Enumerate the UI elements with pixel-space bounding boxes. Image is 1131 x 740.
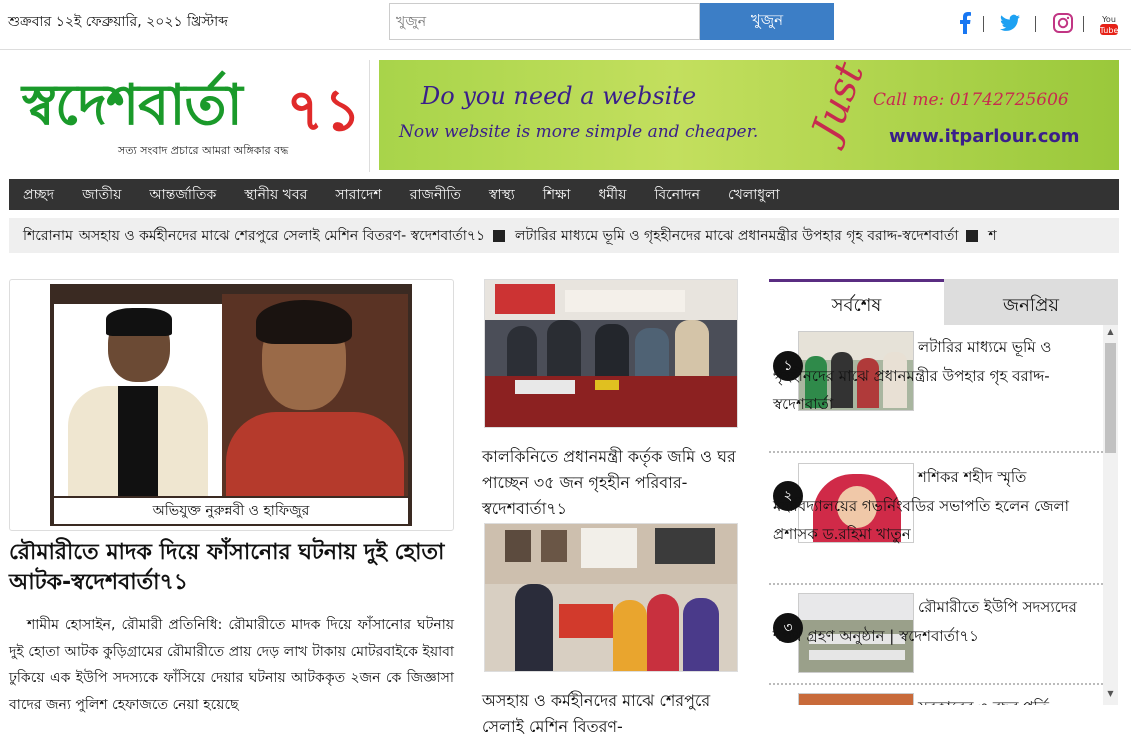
lead-photo: অভিযুক্ত নুরুন্নবী ও হাফিজুর xyxy=(50,284,412,526)
list-item-title[interactable]: সরকারের ৩ বছর পূর্তি উপলক্ষে xyxy=(773,693,1101,705)
nav-item-health[interactable]: স্বাস্থ্য xyxy=(489,183,515,207)
top-bar: শুক্রবার ১২ই ফেব্রুয়ারি, ২০২১ খ্রিস্টাব… xyxy=(0,0,1131,50)
ad-banner[interactable]: Do you need a website Now website is mor… xyxy=(379,60,1119,170)
main-nav: প্রচ্ছদ জাতীয় আন্তর্জাতিক স্থানীয় খবর … xyxy=(9,179,1119,210)
nav-item-home[interactable]: প্রচ্ছদ xyxy=(23,183,54,207)
ad-website: www.itparlour.com xyxy=(889,126,1080,147)
instagram-icon[interactable] xyxy=(1053,10,1073,36)
header-divider xyxy=(369,60,370,172)
sidebar: সর্বশেষ জনপ্রিয় ১ লটারির মাধ্যমে ভূমি ও… xyxy=(769,279,1118,705)
search-input[interactable] xyxy=(389,3,700,40)
story-title[interactable]: অসহায় ও কর্মহীনদের মাঝে শেরপুরে সেলাই ম… xyxy=(482,688,744,740)
current-date: শুক্রবার ১২ই ফেব্রুয়ারি, ২০২১ খ্রিস্টাব… xyxy=(8,14,228,30)
twitter-icon[interactable] xyxy=(1000,10,1020,36)
nav-item-international[interactable]: আন্তর্জাতিক xyxy=(149,183,216,207)
divider xyxy=(983,16,984,32)
site-logo[interactable]: স্বদেশবার্তা ৭১ সত্য সংবাদ প্রচারে আমরা … xyxy=(18,60,361,170)
scroll-up-icon[interactable]: ▲ xyxy=(1103,327,1118,336)
headline-ticker: শিরোনাম অসহায় ও কর্মহীনদের মাঝে শেরপুরে… xyxy=(9,218,1119,253)
lead-article-image[interactable]: অভিযুক্ত নুরুন্নবী ও হাফিজুর xyxy=(9,279,454,531)
list-item[interactable]: সরকারের ৩ বছর পূর্তি উপলক্ষে xyxy=(769,689,1103,705)
ticker-item[interactable]: অসহায় ও কর্মহীনদের মাঝে শেরপুরে সেলাই ম… xyxy=(79,224,485,248)
list-item-title[interactable]: লটারির মাধ্যমে ভূমি ও গৃহহীনদের মাঝে প্র… xyxy=(773,333,1101,419)
ticker-item[interactable]: লটারির মাধ্যমে ভূমি ও গৃহহীনদের মাঝে প্র… xyxy=(515,224,958,248)
facebook-icon[interactable] xyxy=(958,10,972,36)
sidebar-scrollbar[interactable]: ▲ ▼ xyxy=(1103,325,1118,705)
tab-latest[interactable]: সর্বশেষ xyxy=(769,279,944,325)
svg-text:You: You xyxy=(1101,15,1116,24)
list-item-title[interactable]: রৌমারীতে ইউপি সদস্যদের শপথ গ্রহণ অনুষ্ঠা… xyxy=(773,593,1101,650)
nav-item-country[interactable]: সারাদেশ xyxy=(335,183,381,207)
tab-popular[interactable]: জনপ্রিয় xyxy=(944,279,1118,325)
list-item[interactable]: ৩ রৌমারীতে ইউপি সদস্যদের শপথ গ্রহণ অনুষ্… xyxy=(769,589,1103,685)
divider xyxy=(1035,16,1036,32)
square-bullet-icon xyxy=(493,229,506,242)
ticker-label: শিরোনাম xyxy=(23,227,73,244)
ticker-item[interactable]: শ xyxy=(988,224,996,248)
photo-caption: অভিযুক্ত নুরুন্নবী ও হাফিজুর xyxy=(54,498,408,524)
search-button[interactable]: খুজুন xyxy=(700,3,834,40)
ad-headline: Do you need a website xyxy=(421,82,697,110)
square-bullet-icon xyxy=(966,229,979,242)
nav-item-national[interactable]: জাতীয় xyxy=(82,183,121,207)
lead-article-body: শামীম হোসাইন, রৌমারী প্রতিনিধি: রৌমারীতে… xyxy=(9,617,454,713)
story-image[interactable] xyxy=(484,523,738,672)
lead-article-title[interactable]: রৌমারীতে মাদক দিয়ে ফাঁসানোর ঘটনায় দুই … xyxy=(9,538,459,598)
scroll-down-icon[interactable]: ▼ xyxy=(1103,689,1118,698)
story-title[interactable]: কালকিনিতে প্রধানমন্ত্রী কর্তৃক জমি ও ঘর … xyxy=(482,444,744,522)
nav-item-sports[interactable]: খেলাধুলা xyxy=(728,183,780,207)
list-item-title[interactable]: শশিকর শহীদ স্মৃতি মহাবিদ্যালয়ের গভর্নিং… xyxy=(773,463,1101,549)
ad-subline: Now website is more simple and cheaper. xyxy=(399,122,759,142)
nav-item-politics[interactable]: রাজনীতি xyxy=(410,183,461,207)
ad-just-text: Just xyxy=(803,60,874,146)
list-item[interactable]: ২ শশিকর শহীদ স্মৃতি মহাবিদ্যালয়ের গভর্ন… xyxy=(769,457,1103,585)
ad-phone: Call me: 01742725606 xyxy=(873,90,1069,110)
latest-list: ১ লটারির মাধ্যমে ভূমি ও গৃহহীনদের মাঝে প… xyxy=(769,325,1103,705)
scroll-thumb[interactable] xyxy=(1105,343,1116,453)
logo-number: ৭১ xyxy=(286,76,362,144)
divider xyxy=(1083,16,1084,32)
svg-text:Tube: Tube xyxy=(1099,26,1118,35)
nav-item-religion[interactable]: ধর্মীয় xyxy=(599,183,627,207)
nav-item-entertainment[interactable]: বিনোদন xyxy=(654,183,700,207)
youtube-icon[interactable]: You Tube xyxy=(1099,12,1119,38)
story-image[interactable] xyxy=(484,279,738,428)
logo-tagline: সত্য সংবাদ প্রচারে আমরা অঙ্গিকার বদ্ধ xyxy=(118,144,289,157)
nav-item-education[interactable]: শিক্ষা xyxy=(543,183,571,207)
nav-item-local[interactable]: স্থানীয় খবর xyxy=(244,183,307,207)
list-item[interactable]: ১ লটারির মাধ্যমে ভূমি ও গৃহহীনদের মাঝে প… xyxy=(769,329,1103,453)
